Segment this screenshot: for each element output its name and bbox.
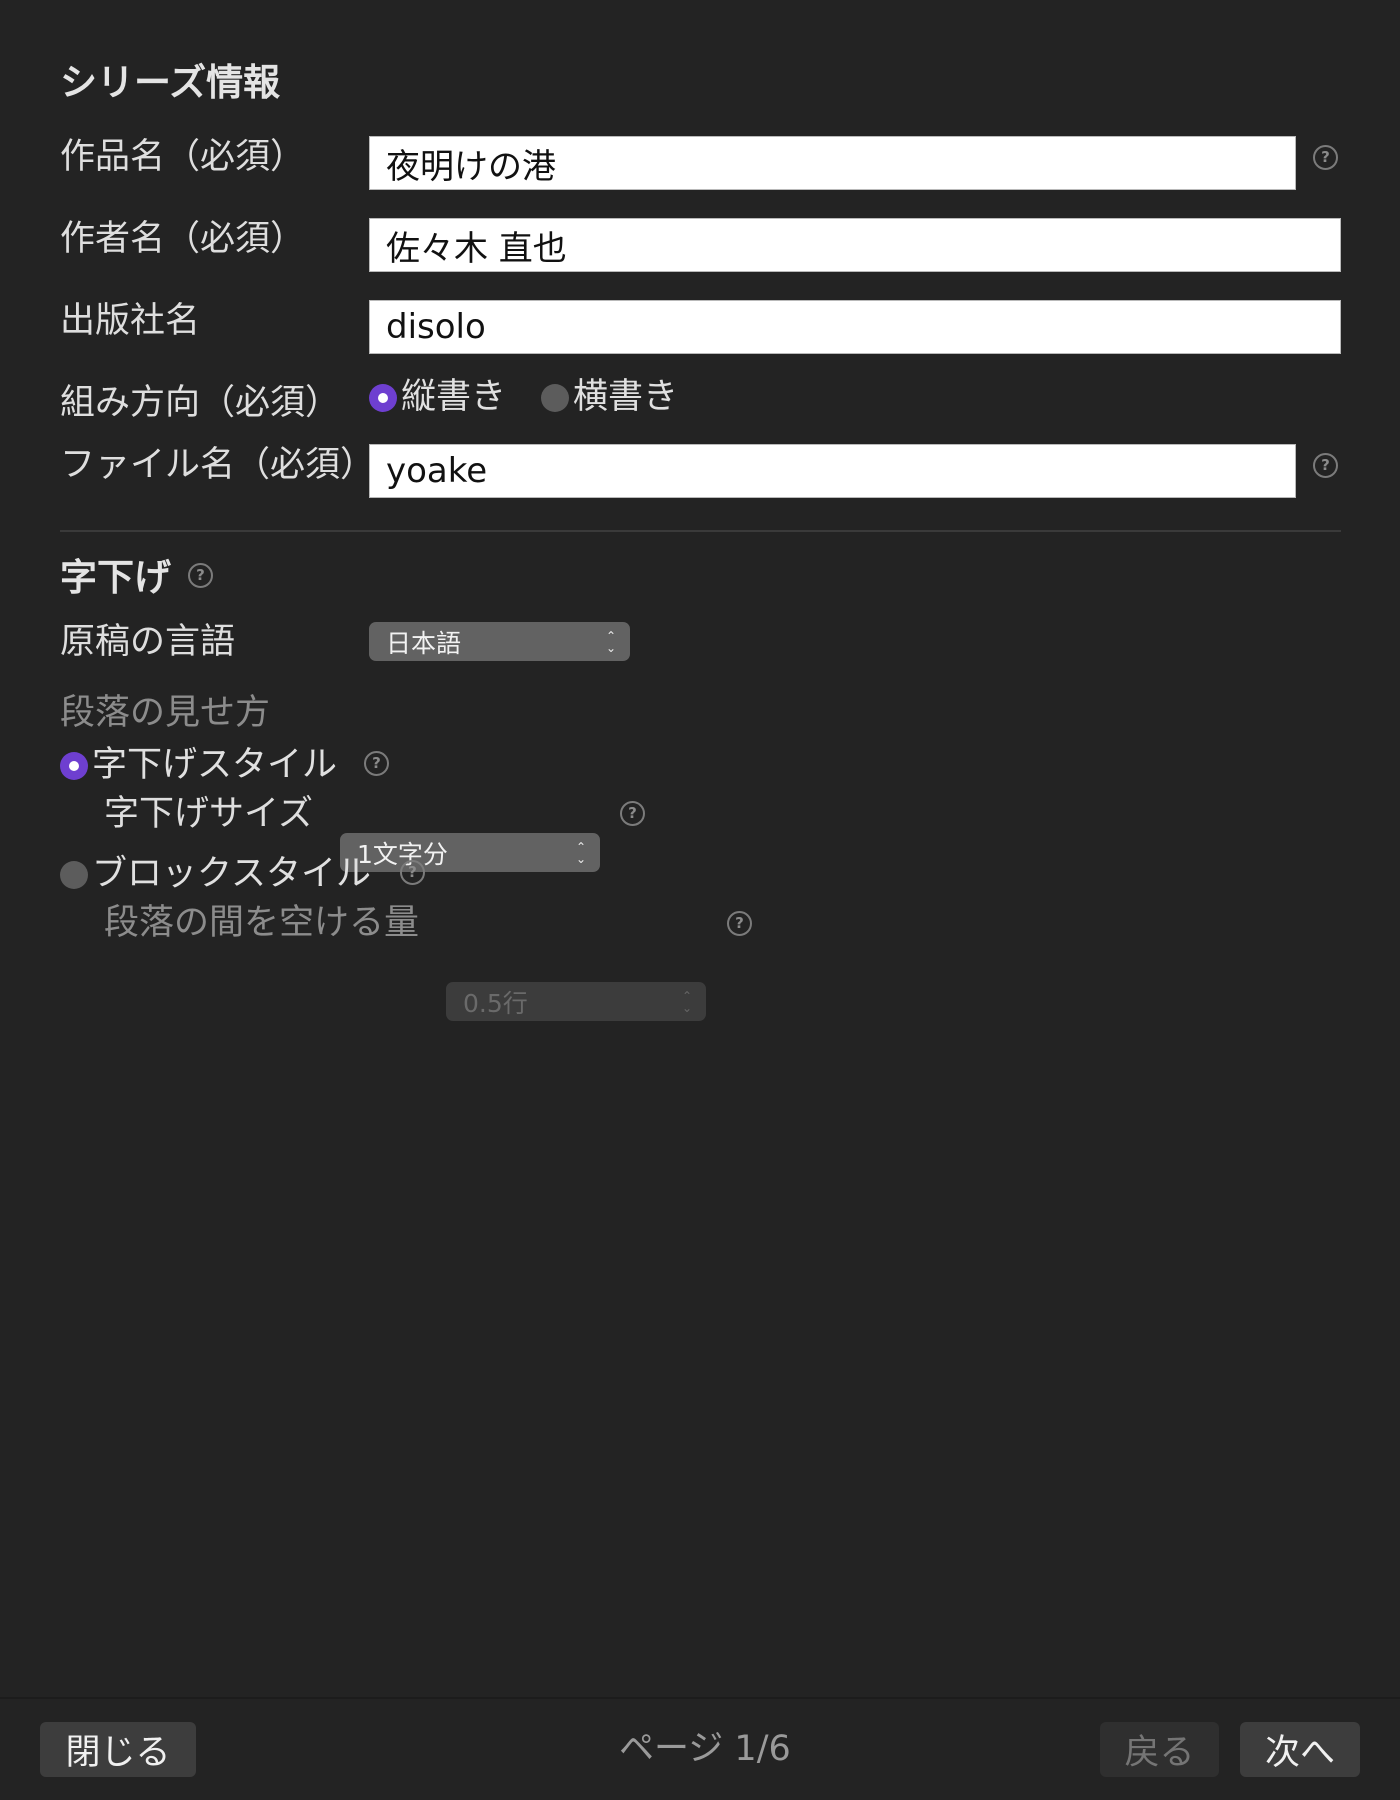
series-info-heading: シリーズ情報 [60, 61, 281, 104]
block-spacing-select-value: 0.5行 [463, 988, 528, 1018]
radio-selected-icon [369, 383, 397, 412]
chevron-updown-icon: ⌃ ⌄ [605, 628, 617, 655]
language-select-value: 日本語 [386, 628, 462, 658]
title-input[interactable] [369, 136, 1296, 190]
radio-unselected-icon [60, 860, 88, 889]
direction-label: 組み方向（必須） [60, 383, 341, 423]
indent-size-select[interactable]: 1文字分 ⌃ ⌄ [340, 833, 600, 872]
indent-size-help-icon[interactable]: ? [620, 801, 645, 826]
direction-radio-vertical[interactable]: 縦書き [369, 380, 506, 415]
direction-radio-horizontal[interactable]: 横書き [541, 380, 678, 415]
radio-selected-icon [60, 751, 88, 780]
indent-style-help-icon[interactable]: ? [364, 751, 389, 776]
block-style-label: ブロックスタイル [92, 854, 371, 894]
chevron-updown-icon: ⌃ ⌄ [681, 988, 693, 1015]
indent-style-label: 字下げスタイル [92, 745, 338, 785]
indent-help-icon[interactable]: ? [188, 563, 213, 588]
page-indicator: ページ 1/6 [619, 1729, 791, 1769]
block-spacing-select: 0.5行 ⌃ ⌄ [446, 982, 706, 1021]
publisher-input[interactable] [369, 300, 1341, 354]
language-select[interactable]: 日本語 ⌃ ⌄ [369, 622, 630, 661]
title-help-icon[interactable]: ? [1313, 145, 1338, 170]
indent-size-label: 字下げサイズ [104, 794, 313, 834]
direction-vertical-label: 縦書き [401, 377, 507, 417]
paragraph-style-label: 段落の見せ方 [60, 693, 271, 733]
block-spacing-help-icon[interactable]: ? [727, 911, 752, 936]
publisher-label: 出版社名 [60, 301, 201, 341]
title-label: 作品名（必須） [60, 137, 306, 177]
filename-help-icon[interactable]: ? [1313, 453, 1338, 478]
filename-input[interactable] [369, 444, 1296, 498]
language-label: 原稿の言語 [60, 622, 236, 662]
direction-horizontal-label: 横書き [573, 377, 679, 417]
indent-heading: 字下げ [60, 556, 171, 599]
footer-divider [0, 1697, 1400, 1699]
indent-style-radio[interactable]: 字下げスタイル [60, 748, 337, 783]
radio-unselected-icon [541, 383, 569, 412]
close-button[interactable]: 閉じる [40, 1722, 196, 1777]
author-input[interactable] [369, 218, 1341, 272]
chevron-updown-icon: ⌃ ⌄ [575, 839, 587, 866]
block-spacing-label: 段落の間を空ける量 [104, 903, 420, 943]
block-style-radio[interactable]: ブロックスタイル [60, 857, 371, 892]
back-button: 戻る [1100, 1722, 1219, 1777]
author-label: 作者名（必須） [60, 219, 306, 259]
section-divider [60, 530, 1341, 532]
filename-label: ファイル名（必須） [60, 445, 376, 485]
next-button[interactable]: 次へ [1240, 1722, 1360, 1777]
block-style-help-icon[interactable]: ? [400, 860, 425, 885]
